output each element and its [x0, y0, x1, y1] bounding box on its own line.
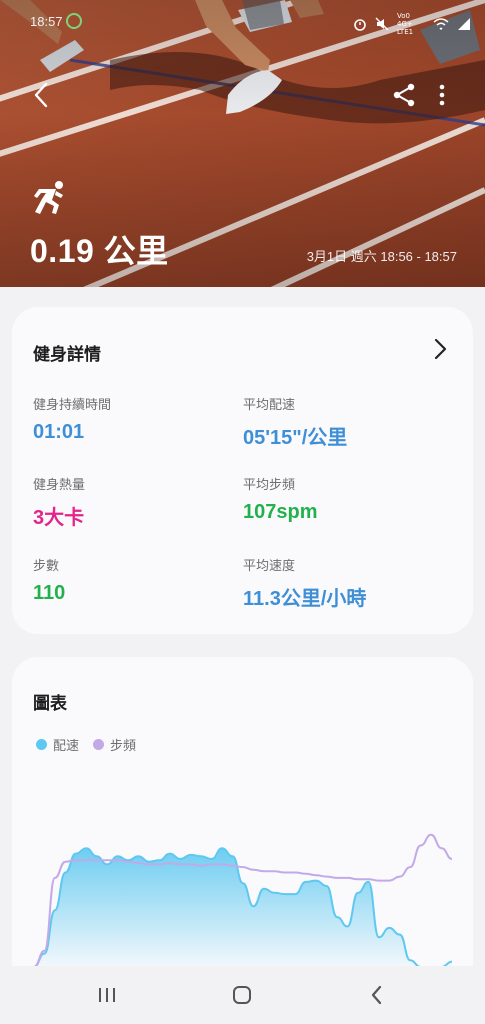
status-bar: 18:57 Vo0 4G+ LTE1 [0, 0, 485, 42]
metric-label: 平均配速 [243, 398, 296, 413]
metric-calories: 健身熱量 3大卡 [33, 474, 243, 530]
metric-value: 110 [33, 582, 66, 604]
workout-hero: 18:57 Vo0 4G+ LTE1 0.19 公里 3月1日 週六 18:56… [0, 0, 485, 287]
metric-duration: 健身持續時間 01:01 [33, 394, 243, 444]
pace-cadence-chart [33, 833, 453, 968]
wifi-icon [433, 18, 449, 31]
share-button[interactable] [392, 82, 416, 108]
status-icons: Vo0 4G+ LTE1 [353, 12, 471, 36]
status-time: 18:57 [30, 14, 63, 29]
home-icon[interactable] [231, 984, 253, 1006]
back-icon[interactable] [368, 984, 386, 1006]
mute-icon [375, 17, 389, 31]
back-button[interactable] [28, 80, 58, 110]
metric-value: 05'15"/公里 [243, 427, 348, 449]
workout-datetime: 3月1日 週六 18:56 - 18:57 [306, 249, 457, 264]
details-title: 健身詳情 [33, 345, 101, 365]
recent-apps-icon[interactable] [97, 985, 117, 1005]
metric-value: 11.3公里/小時 [243, 588, 367, 610]
network-label: Vo0 4G+ LTE1 [397, 12, 414, 36]
chevron-right-icon[interactable] [431, 337, 449, 361]
metric-label: 健身持續時間 [33, 398, 112, 413]
pace-area [34, 848, 452, 967]
signal-icon [458, 18, 470, 30]
metric-value: 3大卡 [33, 507, 85, 529]
metric-value: 01:01 [33, 421, 85, 443]
metric-value: 107spm [243, 501, 318, 523]
alarm-icon [354, 19, 366, 31]
metric-label: 平均速度 [243, 559, 296, 574]
app-screen: 18:57 Vo0 4G+ LTE1 0.19 公里 3月1日 週六 18:56… [0, 0, 485, 1024]
metric-avg-cadence: 平均步頻 107spm [243, 474, 453, 524]
running-icon [34, 181, 63, 214]
workout-details-card[interactable]: 健身詳情 健身持續時間 01:01 平均配速 05'15"/公里 健身熱量 3大… [12, 307, 473, 634]
metric-label: 平均步頻 [243, 478, 296, 493]
more-options-button[interactable] [432, 82, 452, 108]
system-nav-bar [0, 966, 485, 1024]
metric-avg-pace: 平均配速 05'15"/公里 [243, 394, 453, 450]
metric-steps: 步數 110 [33, 555, 243, 605]
leaf-icon [66, 13, 82, 29]
distance-value: 0.19 公里 [30, 233, 169, 269]
metric-avg-speed: 平均速度 11.3公里/小時 [243, 555, 453, 611]
metric-label: 步數 [33, 559, 60, 574]
chart-card: 圖表 配速 步頻 [12, 657, 473, 997]
metric-label: 健身熱量 [33, 478, 86, 493]
